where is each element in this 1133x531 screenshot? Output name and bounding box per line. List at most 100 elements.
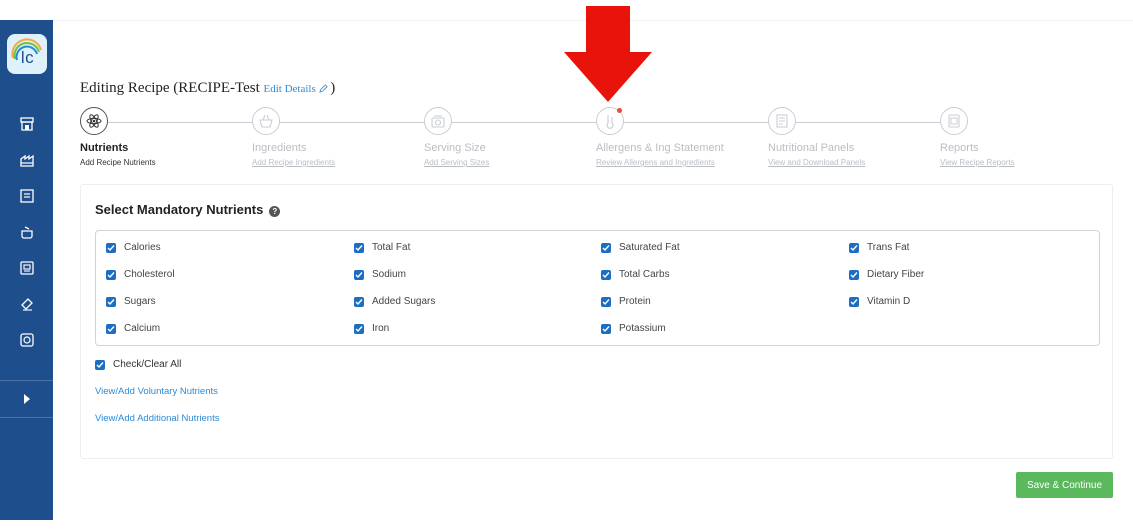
- step-ingredients-circle: [252, 107, 280, 135]
- nutrient-checkbox-calcium[interactable]: Calcium: [106, 323, 160, 334]
- app-root: lc Editing Recipe (RECIPE-Test Edit Deta…: [0, 0, 1133, 531]
- nutrient-checkbox-trans-fat[interactable]: Trans Fat: [849, 242, 909, 253]
- checkbox-checked-icon: [601, 269, 611, 280]
- step-nutritional-panels-circle: [768, 107, 796, 135]
- page-title: Editing Recipe (RECIPE-Test Edit Details…: [80, 80, 335, 97]
- step-allergens-subtitle: Review Allergens and Ingredients: [596, 158, 715, 167]
- nutrient-label: Cholesterol: [124, 269, 175, 280]
- nutrient-label: Potassium: [619, 323, 666, 334]
- nutrient-label: Sugars: [124, 296, 156, 307]
- store-icon: [19, 117, 34, 131]
- nutrient-checkbox-calories[interactable]: Calories: [106, 242, 161, 253]
- nutrient-checkbox-sugars[interactable]: Sugars: [106, 296, 156, 307]
- badge-icon: [19, 333, 34, 347]
- nutrient-label: Calcium: [124, 323, 161, 334]
- nutrient-checkbox-saturated-fat[interactable]: Saturated Fat: [601, 242, 680, 253]
- step-serving-size-circle: [424, 107, 452, 135]
- scale-icon: [431, 115, 445, 128]
- nutrient-checkbox-added-sugars[interactable]: Added Sugars: [354, 296, 435, 307]
- edit-details-link[interactable]: Edit Details: [264, 83, 331, 95]
- step-reports-circle: [940, 107, 968, 135]
- checkbox-checked-icon: [106, 323, 116, 334]
- mandatory-nutrients-box: Calories Total Fat Saturated Fat Trans F…: [95, 230, 1100, 346]
- nutrient-checkbox-protein[interactable]: Protein: [601, 296, 651, 307]
- nutrient-label: Added Sugars: [372, 296, 436, 307]
- atom-icon: [86, 114, 102, 128]
- nutrient-label: Iron: [372, 323, 390, 334]
- nutrient-checkbox-iron[interactable]: Iron: [354, 323, 389, 334]
- step-ingredients-subtitle: Add Recipe Ingredients: [252, 158, 336, 167]
- sidebar-nav: [0, 106, 53, 358]
- pencil-icon: [318, 84, 328, 93]
- step-serving-size-title: Serving Size: [424, 142, 486, 154]
- chevron-right-icon: [23, 394, 30, 404]
- check-clear-all-label: Check/Clear All: [113, 359, 182, 370]
- checkbox-checked-icon: [354, 296, 364, 307]
- step-ingredients[interactable]: Ingredients Add Recipe Ingredients: [252, 107, 412, 167]
- step-nutritional-panels-subtitle: View and Download Panels: [768, 158, 866, 167]
- checkbox-checked-icon: [849, 296, 859, 307]
- sidebar-item-labels[interactable]: [0, 250, 53, 286]
- logo-arcs-icon: [10, 38, 42, 61]
- step-nutrients-title: Nutrients: [80, 142, 129, 154]
- step-nutrients-circle: [80, 107, 108, 135]
- checkbox-checked-icon: [601, 242, 611, 253]
- nutrient-checkbox-sodium[interactable]: Sodium: [354, 269, 406, 280]
- nutrient-checkbox-vitamin-d[interactable]: Vitamin D: [849, 296, 910, 307]
- step-ingredients-title: Ingredients: [252, 142, 307, 154]
- panel-icon: [776, 114, 788, 128]
- step-serving-size-subtitle: Add Serving Sizes: [424, 158, 490, 167]
- nutrient-checkbox-dietary-fiber[interactable]: Dietary Fiber: [849, 269, 924, 280]
- sidebar-item-factory[interactable]: [0, 142, 53, 178]
- nutrient-label: Total Fat: [372, 242, 411, 253]
- step-nutrients-subtitle: Add Recipe Nutrients: [80, 158, 156, 167]
- checkbox-checked-icon: [354, 242, 364, 253]
- checkbox-checked-icon: [106, 242, 116, 253]
- step-reports-subtitle: View Recipe Reports: [940, 158, 1015, 167]
- step-nutritional-panels-title: Nutritional Panels: [768, 142, 855, 154]
- sidebar-expand-button[interactable]: [0, 380, 53, 418]
- card-title: Select Mandatory Nutrients ?: [95, 202, 281, 217]
- allergen-alert-dot: [617, 108, 622, 113]
- nutrient-label: Calories: [124, 242, 161, 253]
- card-title-text: Select Mandatory Nutrients: [95, 202, 264, 217]
- nutrient-checkbox-total-carbs[interactable]: Total Carbs: [601, 269, 670, 280]
- checkbox-checked-icon: [354, 323, 364, 334]
- pot-icon: [20, 226, 33, 239]
- nutrient-checkbox-total-fat[interactable]: Total Fat: [354, 242, 410, 253]
- logo-container: lc: [0, 20, 53, 88]
- sidebar-item-cooking[interactable]: [0, 214, 53, 250]
- nutrient-label: Total Carbs: [619, 269, 670, 280]
- check-clear-all-checkbox[interactable]: Check/Clear All: [95, 359, 181, 370]
- step-allergens[interactable]: Allergens & Ing Statement Review Allerge…: [596, 107, 756, 167]
- step-nutrients[interactable]: Nutrients Add Recipe Nutrients: [80, 107, 240, 167]
- report-icon: [948, 114, 960, 128]
- recipe-book-icon: [19, 189, 34, 203]
- sidebar-item-badges[interactable]: [0, 322, 53, 358]
- sidebar-item-recipes[interactable]: [0, 178, 53, 214]
- label-icon: [19, 261, 34, 275]
- voluntary-nutrients-link[interactable]: View/Add Voluntary Nutrients: [95, 386, 218, 397]
- nutrient-checkbox-potassium[interactable]: Potassium: [601, 323, 666, 334]
- sidebar-item-tags[interactable]: [0, 286, 53, 322]
- nutrient-label: Dietary Fiber: [867, 269, 925, 280]
- save-continue-button[interactable]: Save & Continue: [1016, 472, 1113, 498]
- nutrient-checkbox-cholesterol[interactable]: Cholesterol: [106, 269, 175, 280]
- checkbox-checked-icon: [106, 296, 116, 307]
- step-nutritional-panels[interactable]: Nutritional Panels View and Download Pan…: [768, 107, 928, 167]
- step-allergens-circle: [596, 107, 624, 135]
- additional-nutrients-link[interactable]: View/Add Additional Nutrients: [95, 413, 219, 424]
- checkbox-checked-icon: [106, 269, 116, 280]
- logo[interactable]: lc: [6, 34, 47, 74]
- sidebar-item-store[interactable]: [0, 106, 53, 142]
- step-serving-size[interactable]: Serving Size Add Serving Sizes: [424, 107, 584, 167]
- nutrient-label: Protein: [619, 296, 651, 307]
- checkbox-checked-icon: [601, 296, 611, 307]
- nutrients-card: Select Mandatory Nutrients ? Calories To…: [80, 184, 1113, 459]
- nutrient-label: Trans Fat: [867, 242, 910, 253]
- help-icon[interactable]: ?: [269, 205, 281, 217]
- nutrient-label: Vitamin D: [867, 296, 911, 307]
- step-reports[interactable]: Reports View Recipe Reports: [940, 107, 1100, 167]
- allergen-icon: [606, 115, 614, 129]
- basket-icon: [259, 114, 273, 128]
